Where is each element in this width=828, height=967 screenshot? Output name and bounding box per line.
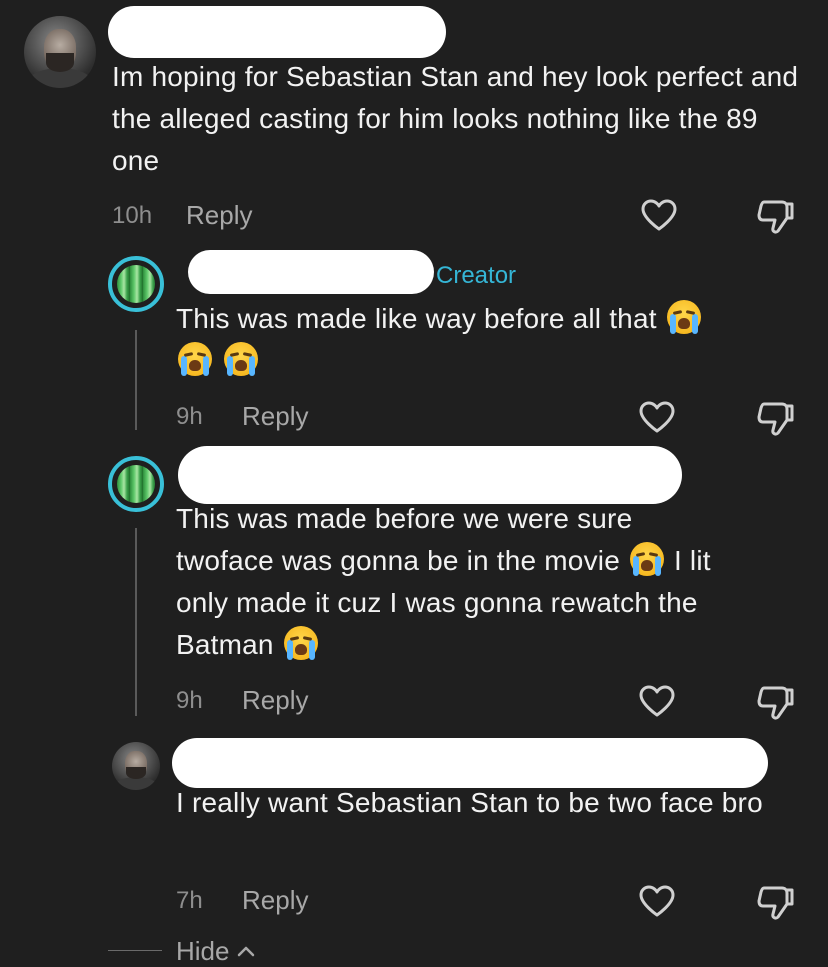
commenter-avatar[interactable]	[112, 742, 160, 790]
loudly-crying-face-emoji	[178, 342, 212, 376]
loudly-crying-face-emoji	[283, 626, 318, 660]
comment-text-line: twoface was gonna be in the movie	[176, 545, 620, 576]
thumbs-down-outline-icon[interactable]	[756, 684, 796, 720]
hide-label: Hide	[176, 936, 230, 966]
reply-button[interactable]: Reply	[242, 401, 308, 432]
reply-button[interactable]: Reply	[242, 885, 308, 916]
hide-replies-button[interactable]: Hide	[176, 936, 255, 967]
comment-time: 10h	[112, 202, 153, 229]
reply-button[interactable]: Reply	[186, 200, 252, 231]
comment-text-line: Batman	[176, 629, 274, 660]
hide-divider	[108, 950, 162, 951]
loudly-crying-face-emoji	[223, 342, 258, 376]
redacted-username	[188, 250, 434, 294]
comment-text-line: only made it cuz I was gonna rewatch the	[176, 587, 698, 618]
thumbs-down-outline-icon[interactable]	[756, 198, 796, 234]
comment-text-line: This was made like way before all that	[176, 303, 657, 334]
thread-line	[135, 330, 137, 430]
comment-text-line: This was made before we were sure	[176, 503, 633, 534]
heart-outline-icon[interactable]	[640, 198, 678, 232]
loudly-crying-face-emoji	[629, 542, 664, 576]
comment-text-line: I lit	[673, 545, 711, 576]
comment-text: This was made like way before all that	[176, 298, 796, 382]
heart-outline-icon[interactable]	[638, 684, 676, 718]
creator-avatar[interactable]	[108, 256, 164, 312]
loudly-crying-face-emoji	[666, 300, 701, 334]
comment-text: This was made before we were sure twofac…	[176, 498, 816, 666]
redacted-username	[108, 6, 446, 58]
redacted-username	[178, 446, 682, 504]
comment-text: Im hoping for Sebastian Stan and hey loo…	[112, 61, 799, 176]
comment-time: 9h	[176, 403, 203, 430]
commenter-avatar[interactable]	[24, 16, 96, 88]
comment-time: 9h	[176, 687, 203, 714]
reply-button[interactable]: Reply	[242, 685, 308, 716]
heart-outline-icon[interactable]	[638, 884, 676, 918]
redacted-username	[172, 738, 768, 788]
creator-avatar[interactable]	[108, 456, 164, 512]
chevron-up-icon	[237, 946, 254, 957]
heart-outline-icon[interactable]	[638, 400, 676, 434]
comment-text: I really want Sebastian Stan to be two f…	[176, 787, 763, 818]
thread-line	[135, 528, 137, 716]
thumbs-down-outline-icon[interactable]	[756, 400, 796, 436]
comment-time: 7h	[176, 887, 203, 914]
creator-badge: Creator	[436, 262, 517, 289]
thumbs-down-outline-icon[interactable]	[756, 884, 796, 920]
